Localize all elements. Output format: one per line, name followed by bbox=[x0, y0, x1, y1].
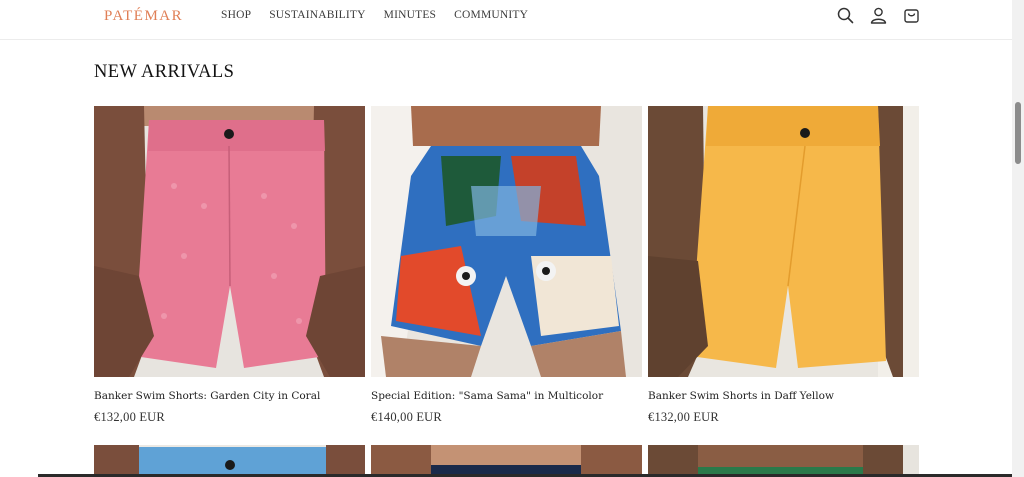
scrollbar-thumb[interactable] bbox=[1015, 102, 1021, 164]
product-image-partial[interactable] bbox=[94, 445, 365, 477]
account-icon[interactable] bbox=[869, 6, 888, 25]
product-image-partial[interactable] bbox=[648, 445, 919, 477]
brand-logo[interactable]: PATÉMAR bbox=[104, 8, 183, 25]
product-price: €140,00 EUR bbox=[371, 410, 442, 424]
product-image-partial[interactable] bbox=[371, 445, 642, 477]
nav-community[interactable]: COMMUNITY bbox=[454, 9, 528, 21]
cart-icon[interactable] bbox=[902, 6, 921, 25]
nav-shop[interactable]: SHOP bbox=[221, 9, 251, 21]
product-image[interactable] bbox=[648, 106, 919, 377]
product-title[interactable]: Banker Swim Shorts: Garden City in Coral bbox=[94, 390, 320, 402]
product-card[interactable]: Banker Swim Shorts: Garden City in Coral… bbox=[94, 106, 365, 424]
nav-minutes[interactable]: MINUTES bbox=[384, 9, 437, 21]
product-card[interactable]: Special Edition: "Sama Sama" in Multicol… bbox=[371, 106, 642, 424]
product-image[interactable] bbox=[371, 106, 642, 377]
search-icon[interactable] bbox=[836, 6, 855, 25]
product-title[interactable]: Banker Swim Shorts in Daff Yellow bbox=[648, 390, 834, 402]
section-title: NEW ARRIVALS bbox=[94, 62, 235, 82]
nav-sustainability[interactable]: SUSTAINABILITY bbox=[269, 9, 365, 21]
product-price: €132,00 EUR bbox=[94, 410, 165, 424]
main-nav: SHOP SUSTAINABILITY MINUTES COMMUNITY bbox=[221, 9, 528, 21]
product-image[interactable] bbox=[94, 106, 365, 377]
product-price: €132,00 EUR bbox=[648, 410, 719, 424]
product-title[interactable]: Special Edition: "Sama Sama" in Multicol… bbox=[371, 390, 603, 402]
site-header: PATÉMAR SHOP SUSTAINABILITY MINUTES COMM… bbox=[0, 0, 1012, 40]
product-card[interactable]: Banker Swim Shorts in Daff Yellow €132,0… bbox=[648, 106, 919, 424]
page-scrollbar[interactable] bbox=[1012, 0, 1024, 477]
header-icons bbox=[836, 6, 1012, 25]
